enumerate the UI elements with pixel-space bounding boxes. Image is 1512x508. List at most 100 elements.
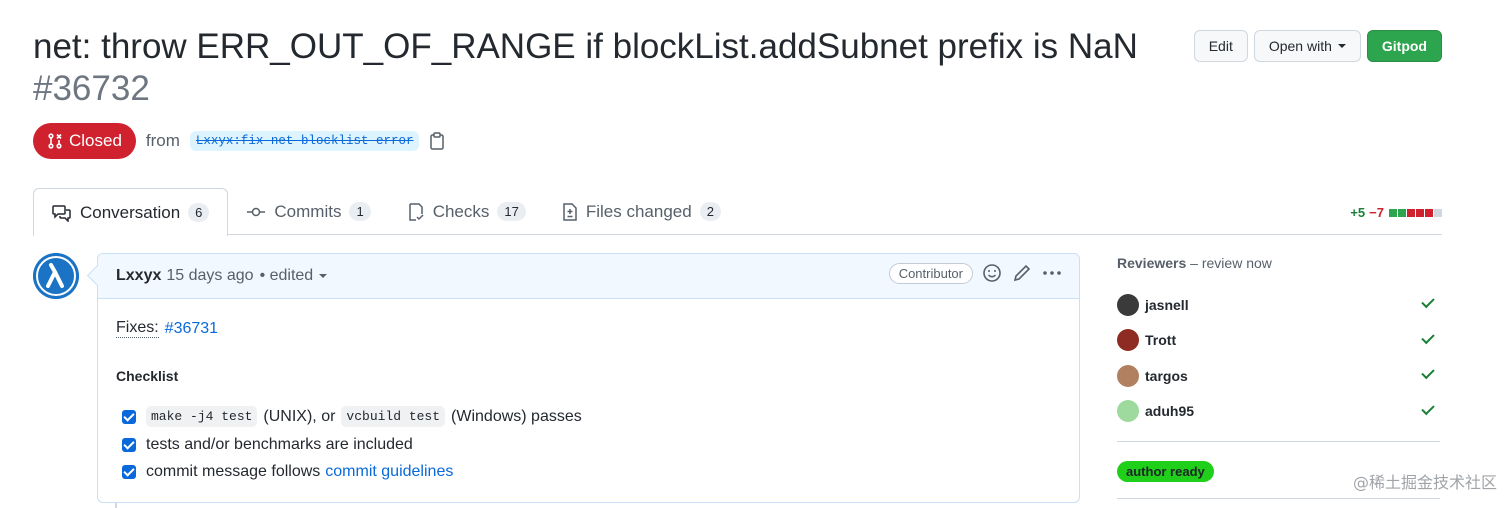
commit-guidelines-link[interactable]: commit guidelines: [325, 463, 453, 481]
tab-checks[interactable]: Checks 17: [389, 188, 544, 235]
contributor-badge: Contributor: [888, 262, 973, 284]
git-pull-request-closed-icon: [48, 133, 62, 149]
diffstat-block: [1434, 209, 1442, 217]
from-text: from: [145, 131, 180, 150]
head-branch[interactable]: Lxxyx:fix-net-blocklist-error: [189, 131, 420, 151]
reviewer-item[interactable]: Trott: [1117, 323, 1442, 359]
header-actions: Edit Open with Gitpod: [1193, 30, 1442, 62]
sidebar-divider: [1117, 498, 1440, 499]
timeline-line: [115, 503, 117, 508]
check-icon: [1421, 330, 1435, 344]
edit-label: Edit: [1208, 38, 1233, 54]
check-icon: [1421, 365, 1435, 380]
tab-label: Files changed: [585, 201, 692, 221]
task-checkbox[interactable]: [122, 438, 136, 452]
task-list: make -j4 test (UNIX), or vcbuild test (W…: [116, 406, 1061, 481]
reviewers-heading[interactable]: Reviewers – review now: [1117, 255, 1442, 271]
checklist-icon: [408, 202, 424, 221]
task-text: (Windows) passes: [451, 407, 582, 425]
reviewers-title: Reviewers: [1117, 255, 1187, 271]
check-icon: [1421, 401, 1435, 415]
diffstat: +5 −7: [1350, 205, 1442, 220]
inline-code: make -j4 test: [146, 406, 258, 427]
open-with-button[interactable]: Open with: [1253, 30, 1361, 62]
copy-icon[interactable]: [429, 132, 445, 150]
state-badge: Closed: [33, 123, 136, 159]
fixes-issue-link[interactable]: #36731: [165, 320, 218, 338]
diffstat-additions: +5: [1350, 205, 1366, 220]
kebab-horizontal-icon[interactable]: [1041, 262, 1063, 284]
comment-box: Lxxyx 15 days ago • edited Contributor F…: [97, 253, 1080, 503]
comment-discussion-icon: [52, 204, 71, 222]
chevron-down-icon: [1337, 44, 1346, 48]
avatar: [1117, 329, 1139, 352]
reviewers-subtitle: – review now: [1190, 255, 1272, 271]
tab-files-changed[interactable]: Files changed 2: [544, 188, 739, 235]
open-with-label: Open with: [1268, 38, 1332, 54]
pr-number: #36732: [33, 69, 150, 108]
pr-title-block: net: throw ERR_OUT_OF_RANGE if blockList…: [33, 26, 1153, 110]
tab-commits[interactable]: Commits 1: [228, 188, 388, 235]
avatar: [1117, 364, 1139, 387]
task-text: tests and/or benchmarks are included: [146, 436, 413, 453]
lambda-avatar-icon: [33, 253, 79, 299]
tab-counter: 6: [188, 203, 210, 222]
reviewer-name: Trott: [1145, 332, 1177, 349]
comment-body: Fixes: #36731 Checklist make -j4 test (U…: [98, 299, 1079, 501]
diffstat-block: [1407, 209, 1415, 217]
smiley-icon[interactable]: [981, 262, 1003, 284]
reviewer-item[interactable]: aduh95: [1117, 394, 1442, 430]
task-checkbox[interactable]: [122, 409, 136, 424]
task-checkbox[interactable]: [122, 465, 136, 479]
reviewer-name: targos: [1145, 367, 1188, 384]
fixes-label: Fixes:: [116, 319, 159, 338]
comment-author[interactable]: Lxxyx: [116, 267, 161, 285]
avatar: [1117, 293, 1139, 316]
pr-state-row: Closed from Lxxyx:fix-net-blocklist-erro…: [33, 123, 445, 159]
tab-counter: 1: [349, 202, 371, 221]
diffstat-deletions: −7: [1369, 205, 1384, 220]
file-diff-icon: [563, 202, 577, 221]
task-item: tests and/or benchmarks are included: [116, 436, 1061, 454]
comment-time[interactable]: 15 days ago: [166, 267, 253, 285]
diffstat-block: [1416, 209, 1424, 217]
task-text: (UNIX), or: [263, 407, 336, 425]
diffstat-block: [1389, 209, 1397, 217]
git-commit-icon: [247, 207, 266, 216]
comment-meta: 15 days ago • edited: [166, 267, 328, 285]
task-item: make -j4 test (UNIX), or vcbuild test (W…: [116, 406, 1061, 427]
fixes-line: Fixes: #36731: [116, 319, 1061, 338]
reviewer-name: jasnell: [1145, 296, 1189, 313]
tab-counter: 2: [699, 202, 721, 221]
chevron-down-icon[interactable]: [319, 274, 328, 278]
tab-label: Conversation: [80, 202, 181, 222]
edit-button[interactable]: Edit: [1193, 30, 1248, 62]
task-text: commit message follows: [146, 463, 321, 480]
diffstat-block: [1398, 209, 1406, 217]
diffstat-block: [1425, 209, 1433, 217]
inline-code: vcbuild test: [341, 406, 446, 427]
label-author-ready[interactable]: author ready: [1117, 461, 1214, 482]
watermark: @稀土掘金技术社区: [1352, 473, 1497, 492]
tab-label: Commits: [274, 201, 342, 221]
tab-label: Checks: [432, 201, 490, 221]
reviewer-name: aduh95: [1145, 403, 1195, 420]
tab-conversation[interactable]: Conversation 6: [33, 188, 229, 236]
pencil-icon[interactable]: [1011, 262, 1033, 284]
reviewer-item[interactable]: targos: [1117, 358, 1442, 394]
avatar[interactable]: [33, 253, 79, 299]
reviewers-list: jasnell Trott targos aduh95: [1117, 287, 1442, 429]
checklist-title: Checklist: [116, 368, 179, 384]
diffstat-blocks: [1388, 205, 1442, 220]
reviewer-item[interactable]: jasnell: [1117, 287, 1442, 323]
pr-tabs: Conversation 6 Commits 1 Checks 17 Files…: [33, 188, 1442, 236]
gitpod-label: Gitpod: [1381, 38, 1427, 54]
gitpod-button[interactable]: Gitpod: [1366, 30, 1442, 62]
sidebar: Reviewers – review now jasnell Trott tar…: [1117, 255, 1442, 499]
comment-header: Lxxyx 15 days ago • edited Contributor: [98, 254, 1079, 299]
comment-edited[interactable]: • edited: [260, 267, 314, 285]
state-label: Closed: [69, 131, 122, 150]
tab-counter: 17: [497, 202, 526, 221]
pr-title: net: throw ERR_OUT_OF_RANGE if blockList…: [33, 27, 1138, 66]
check-icon: [1421, 294, 1435, 309]
